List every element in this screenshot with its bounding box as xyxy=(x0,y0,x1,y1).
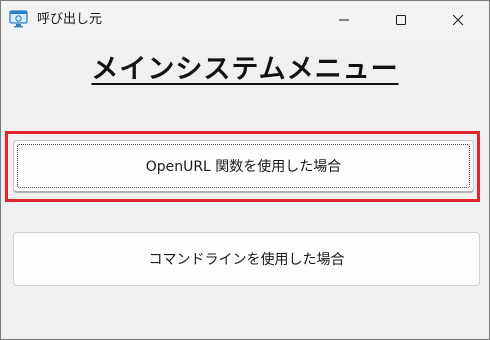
focus-dotted-rect xyxy=(17,144,470,188)
app-window: 呼び出し元 メインシステムメニュー OpenURL 関数を使用した場合 コマンド… xyxy=(0,0,490,340)
title-bar[interactable]: 呼び出し元 xyxy=(1,1,489,39)
window-title: 呼び出し元 xyxy=(37,12,103,27)
minimize-button[interactable] xyxy=(321,1,367,39)
commandline-button-label: コマンドラインを使用した場合 xyxy=(148,252,345,268)
app-window-icon xyxy=(9,10,29,28)
page-title: メインシステムメニュー xyxy=(91,54,399,85)
main-content: メインシステムメニュー OpenURL 関数を使用した場合 コマンドラインを使用… xyxy=(1,39,489,339)
close-icon xyxy=(452,11,464,30)
minimize-icon xyxy=(338,11,350,30)
commandline-button[interactable]: コマンドラインを使用した場合 xyxy=(13,232,480,286)
maximize-button[interactable] xyxy=(378,1,424,39)
openurl-button[interactable]: OpenURL 関数を使用した場合 xyxy=(13,140,474,193)
maximize-icon xyxy=(395,11,407,30)
close-button[interactable] xyxy=(435,1,481,39)
